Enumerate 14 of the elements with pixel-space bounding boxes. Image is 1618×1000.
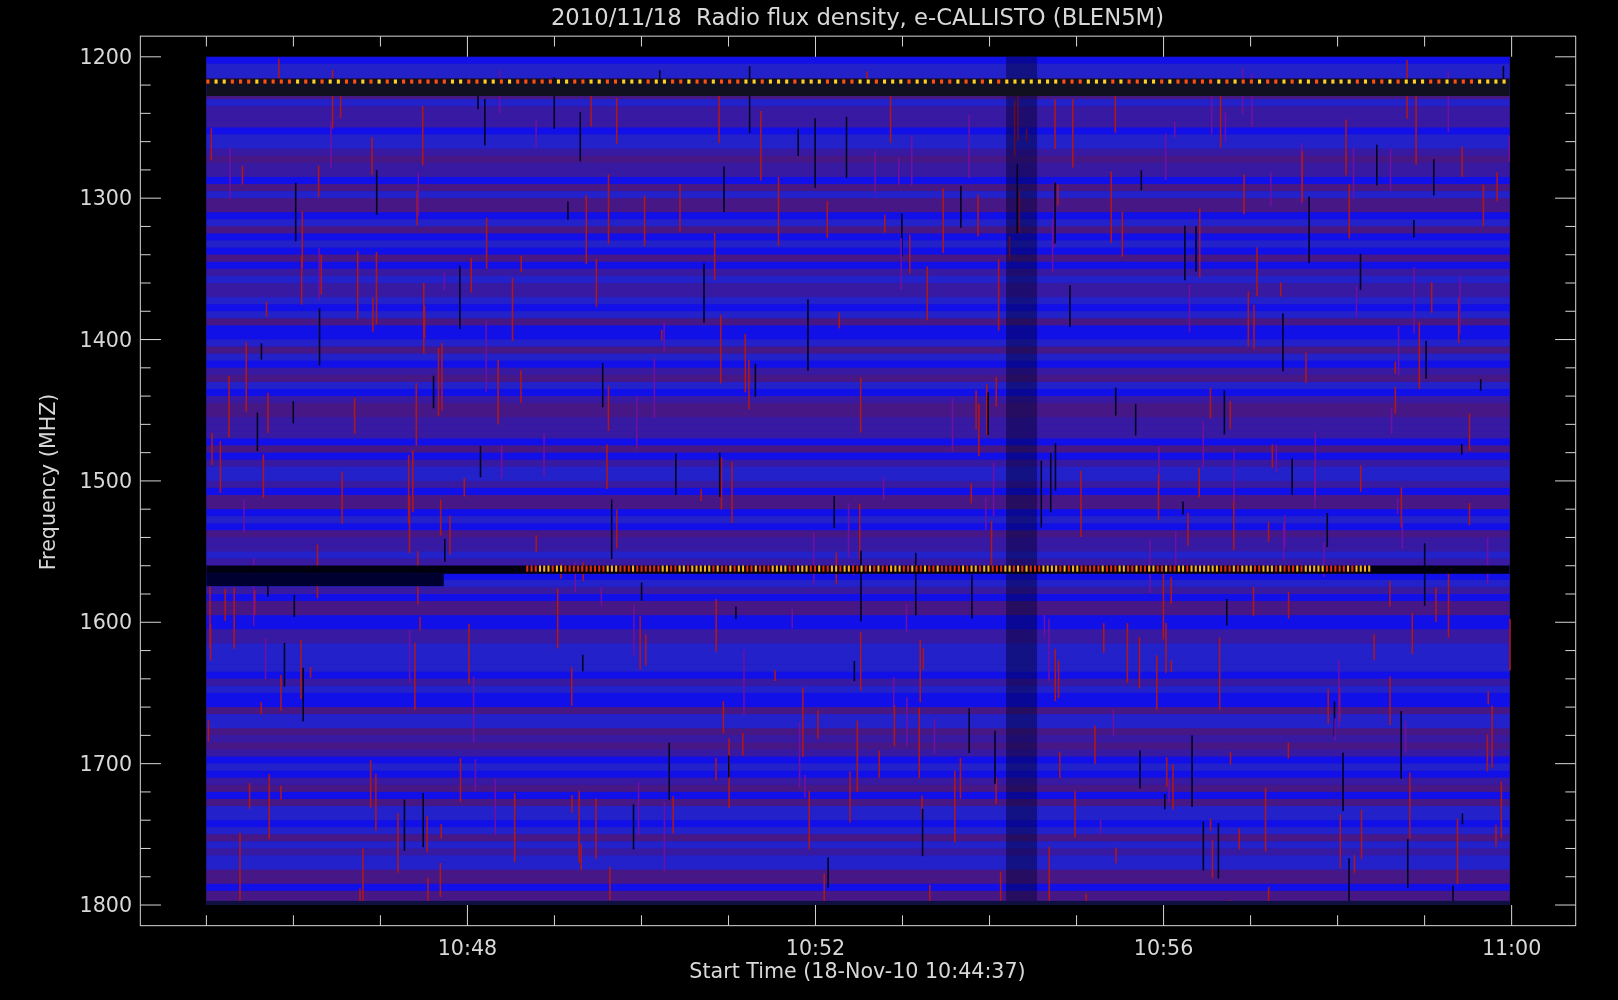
x-axis-title: Start Time (18-Nov-10 10:44:37) xyxy=(689,959,1026,984)
x-tick-label: 10:56 xyxy=(1133,935,1194,960)
y-axis-title: Frequency (MHZ) xyxy=(35,393,60,571)
x-tick-label: 10:48 xyxy=(437,935,498,960)
x-tick-label: 10:52 xyxy=(785,935,846,960)
x-tick-label: 11:00 xyxy=(1481,935,1542,960)
y-tick-label: 1700 xyxy=(79,751,133,776)
y-tick-label: 1800 xyxy=(79,893,133,918)
y-tick-label: 1400 xyxy=(79,327,133,352)
y-tick-label: 1300 xyxy=(79,186,133,211)
y-tick-label: 1200 xyxy=(79,45,133,70)
chart-title: 2010/11/18 Radio flux density, e-CALLISTO (BLEN5M) xyxy=(550,3,1165,30)
y-tick-label: 1500 xyxy=(79,469,133,494)
y-tick-label: 1600 xyxy=(79,610,133,635)
